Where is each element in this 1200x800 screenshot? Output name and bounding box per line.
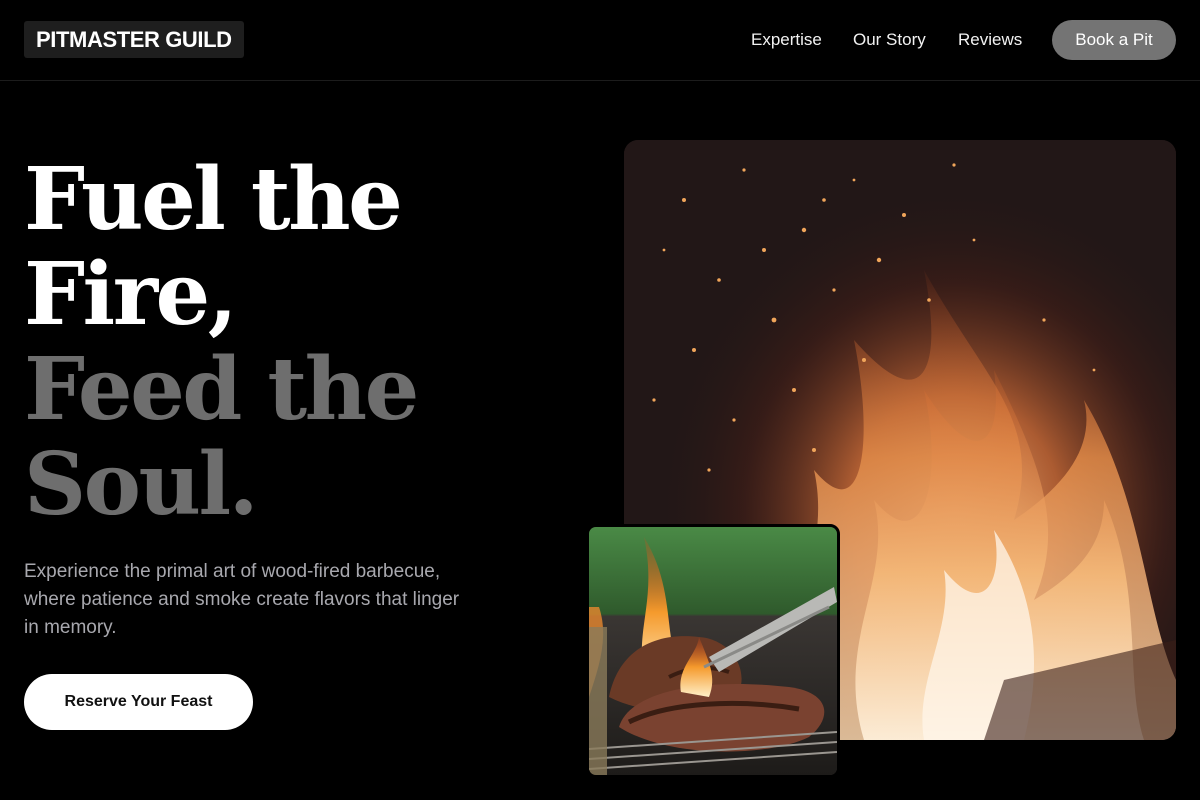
nav-link-our-story[interactable]: Our Story xyxy=(853,0,926,80)
headline-line-3: Feed the xyxy=(24,339,419,440)
headline-line-4: Soul. xyxy=(24,434,259,535)
steak-illustration xyxy=(589,527,837,775)
hero-subtext: Experience the primal art of wood-fired … xyxy=(24,561,460,638)
nav-link-expertise[interactable]: Expertise xyxy=(751,0,822,80)
headline-line-2: Fire, xyxy=(24,244,238,345)
nav-link-reviews[interactable]: Reviews xyxy=(958,0,1022,80)
reserve-feast-button[interactable]: Reserve Your Feast xyxy=(24,674,253,730)
site-logo[interactable]: PITMASTER GUILD xyxy=(24,21,244,58)
book-a-pit-button[interactable]: Book a Pit xyxy=(1052,20,1176,60)
headline-line-1: Fuel the xyxy=(24,149,403,250)
steak-grill-image xyxy=(586,524,840,778)
site-header: PITMASTER GUILD Expertise Our Story Revi… xyxy=(0,0,1200,81)
hero-headline: Fuel the Fire, Feed the Soul. xyxy=(24,152,584,532)
